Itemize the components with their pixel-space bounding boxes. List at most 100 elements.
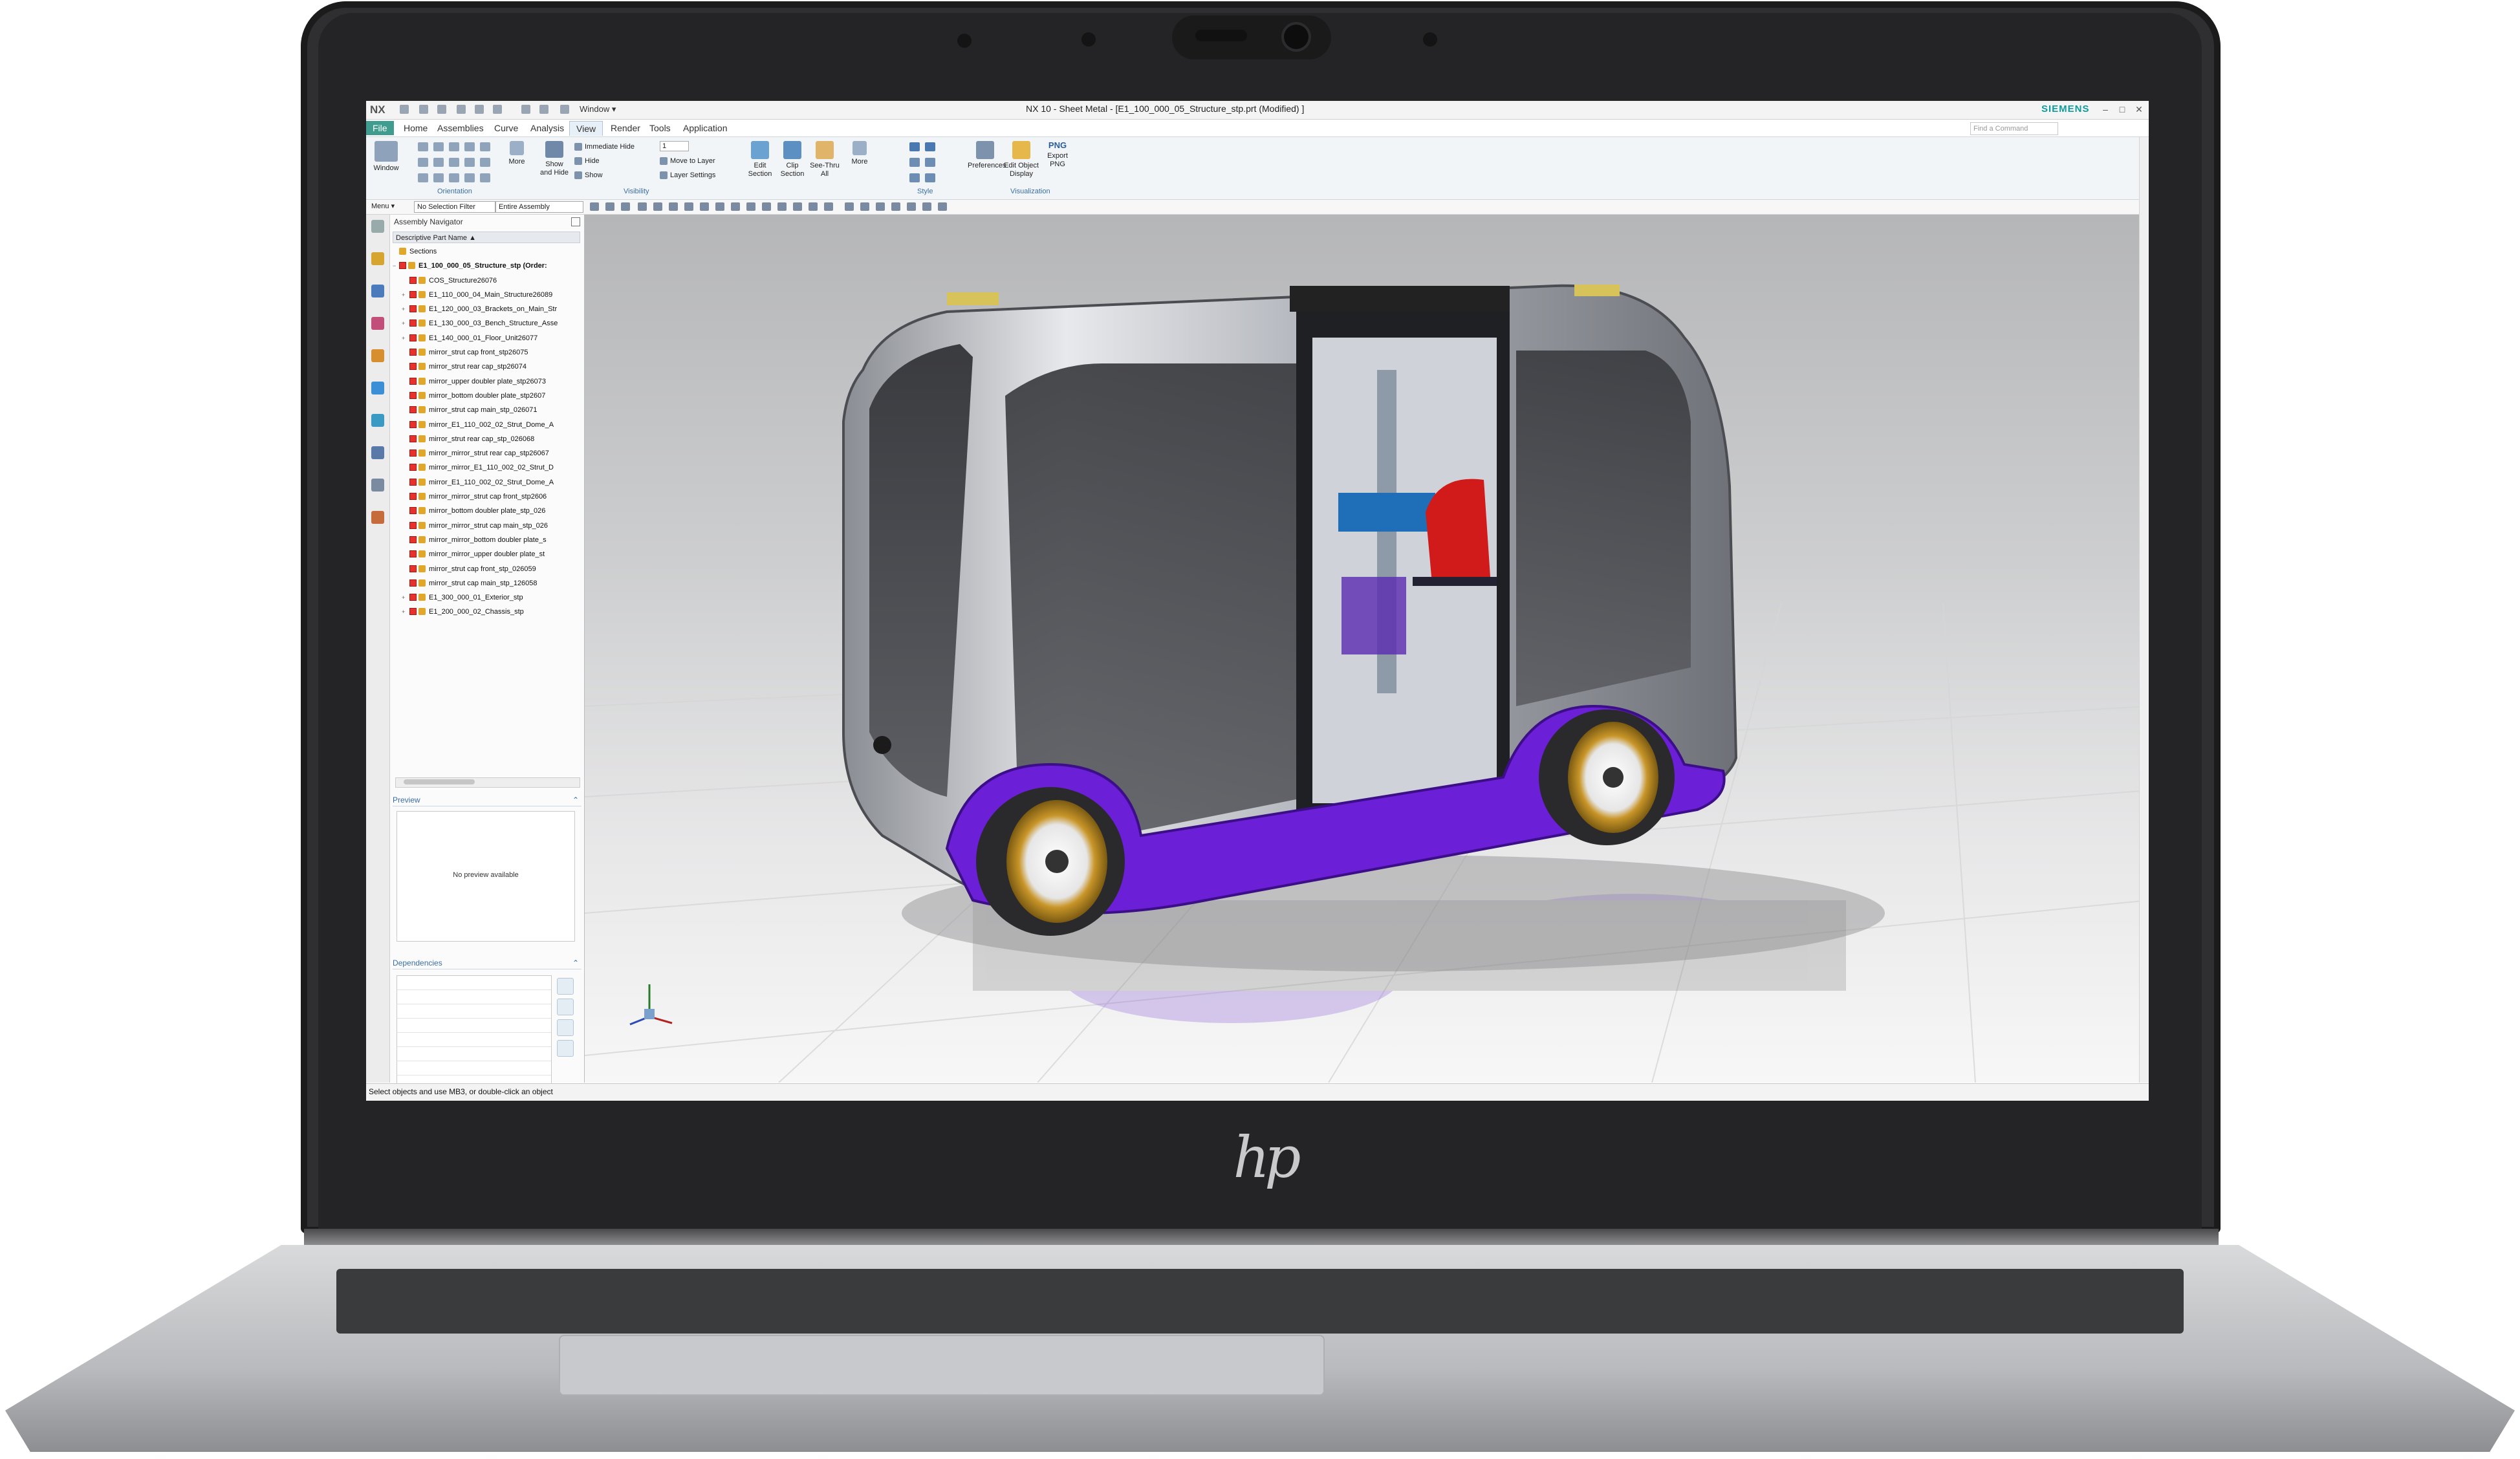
select-curve-icon[interactable] xyxy=(669,202,678,211)
select-point-icon[interactable] xyxy=(684,202,693,211)
face-analysis-icon[interactable] xyxy=(909,173,920,182)
constraint-navigator-icon[interactable] xyxy=(371,285,384,297)
tree-node-component[interactable]: mirror_strut cap front_stp26075 xyxy=(393,345,581,360)
more-orientation-button[interactable]: More xyxy=(499,141,534,166)
perspective-icon[interactable] xyxy=(480,173,490,182)
window-button[interactable]: Window xyxy=(369,141,404,173)
touch-mode-icon[interactable] xyxy=(539,105,549,114)
list-options-icon[interactable] xyxy=(557,1040,574,1057)
fit-view-icon[interactable] xyxy=(845,202,854,211)
export-png-button[interactable]: PNG Export PNG xyxy=(1040,141,1075,169)
red-seat[interactable] xyxy=(1426,479,1490,583)
window-menu[interactable]: Window ▾ xyxy=(580,103,631,116)
render-style-icon[interactable] xyxy=(876,202,885,211)
tree-node-component[interactable]: mirror_strut cap front_stp_026059 xyxy=(393,562,581,576)
view-left-icon[interactable] xyxy=(449,158,459,167)
shaded-icon[interactable] xyxy=(480,142,490,151)
partially-shaded-icon[interactable] xyxy=(925,173,935,182)
selection-filter-select[interactable]: No Selection Filter xyxy=(414,201,495,213)
visibility-checkbox[interactable] xyxy=(409,435,417,442)
chevron-up-icon[interactable]: ⌃ xyxy=(572,957,579,969)
shaded-with-edges-icon[interactable] xyxy=(909,142,920,151)
tree-horizontal-scrollbar[interactable] xyxy=(395,777,580,788)
maximize-icon[interactable]: □ xyxy=(2116,103,2128,115)
preferences-button[interactable]: Preferences xyxy=(968,141,1006,170)
orient-view-icon[interactable] xyxy=(891,202,900,211)
tree-node-component[interactable]: mirror_strut cap main_stp_126058 xyxy=(393,576,581,590)
hide-button[interactable]: Hide xyxy=(574,157,600,166)
snap-center-icon[interactable] xyxy=(731,202,740,211)
visibility-checkbox[interactable] xyxy=(409,334,417,341)
arrow-left-icon[interactable] xyxy=(557,1019,574,1036)
tab-tools[interactable]: Tools xyxy=(643,121,677,135)
tree-node-component[interactable]: + E1_200_000_02_Chassis_stp xyxy=(393,605,581,619)
tab-home[interactable]: Home xyxy=(397,121,434,135)
menu-button[interactable]: Menu ▾ xyxy=(371,202,395,210)
show-and-hide-button[interactable]: Show and Hide xyxy=(537,141,572,177)
save-icon[interactable] xyxy=(400,105,409,114)
vehicle-model-canvas[interactable] xyxy=(585,215,2149,1083)
visibility-checkbox[interactable] xyxy=(409,493,417,501)
redo-icon[interactable] xyxy=(437,105,446,114)
collapse-icon[interactable]: − xyxy=(393,259,396,273)
snap-tangent-icon[interactable] xyxy=(762,202,771,211)
isometric-icon[interactable] xyxy=(418,173,428,182)
arrow-right-icon[interactable] xyxy=(557,999,574,1015)
visibility-checkbox[interactable] xyxy=(409,349,417,356)
select-face-icon[interactable] xyxy=(638,202,647,211)
minimize-icon[interactable]: – xyxy=(2100,103,2111,115)
expand-icon[interactable]: + xyxy=(402,605,405,619)
scrollbar-thumb[interactable] xyxy=(404,779,475,784)
resource-settings-icon[interactable] xyxy=(371,220,384,233)
visibility-checkbox[interactable] xyxy=(409,478,417,486)
assembly-navigator-icon[interactable] xyxy=(371,252,384,265)
tree-node-component[interactable]: + E1_300_000_01_Exterior_stp xyxy=(393,590,581,605)
visibility-checkbox[interactable] xyxy=(409,608,417,616)
tree-node-component[interactable]: mirror_bottom doubler plate_stp2607 xyxy=(393,389,581,403)
work-layer-select[interactable]: 1 xyxy=(660,141,689,151)
view-front-icon[interactable] xyxy=(418,142,428,151)
tree-node-component[interactable]: mirror_mirror_bottom doubler plate_s xyxy=(393,533,581,547)
visibility-checkbox[interactable] xyxy=(409,550,417,558)
immediate-hide-button[interactable]: Immediate Hide xyxy=(574,142,635,151)
tree-node-component[interactable]: + E1_130_000_03_Bench_Structure_Asse xyxy=(393,316,581,330)
rotate-icon[interactable] xyxy=(449,173,459,182)
expand-icon[interactable]: + xyxy=(402,288,405,302)
search-icon[interactable] xyxy=(557,978,574,995)
tab-curve[interactable]: Curve xyxy=(488,121,525,135)
tree-node-component[interactable]: mirror_strut cap main_stp_026071 xyxy=(393,403,581,417)
tree-node-component[interactable]: mirror_E1_110_002_02_Strut_Dome_A xyxy=(393,418,581,432)
tree-node-component[interactable]: + E1_110_000_04_Main_Structure26089 xyxy=(393,288,581,302)
tree-node-component[interactable]: mirror_mirror_strut cap main_stp_026 xyxy=(393,519,581,533)
cut-icon[interactable] xyxy=(457,105,466,114)
visibility-checkbox[interactable] xyxy=(409,565,417,572)
tree-node-component[interactable]: + E1_140_000_01_Floor_Unit26077 xyxy=(393,331,581,345)
tab-render[interactable]: Render xyxy=(604,121,647,135)
zoom-view-icon[interactable] xyxy=(860,202,869,211)
close-icon[interactable]: ✕ xyxy=(2133,103,2145,115)
visibility-checkbox[interactable] xyxy=(409,305,417,313)
snap-on-curve-icon[interactable] xyxy=(809,202,818,211)
snap-intersection-icon[interactable] xyxy=(746,202,755,211)
visibility-checkbox[interactable] xyxy=(409,290,417,298)
dependencies-section-header[interactable]: Dependencies ⌃ xyxy=(393,957,581,969)
visibility-checkbox[interactable] xyxy=(409,406,417,414)
zoom-icon[interactable] xyxy=(464,158,475,167)
edit-object-display-button[interactable]: Edit Object Display xyxy=(1004,141,1039,178)
repeat-command-icon[interactable] xyxy=(521,105,530,114)
column-header-part-name[interactable]: Descriptive Part Name ▲ xyxy=(393,232,580,243)
tab-assemblies[interactable]: Assemblies xyxy=(431,121,490,135)
expand-icon[interactable]: + xyxy=(402,302,405,316)
visibility-checkbox[interactable] xyxy=(409,391,417,399)
paste-icon[interactable] xyxy=(493,105,502,114)
view-bottom-icon[interactable] xyxy=(433,158,444,167)
tree-node-root-assembly[interactable]: − E1_100_000_05_Structure_stp (Order: xyxy=(393,259,581,273)
layer-visibility-icon[interactable] xyxy=(907,202,916,211)
tab-view[interactable]: View xyxy=(569,121,603,136)
snap-midpoint-icon[interactable] xyxy=(715,202,724,211)
undo-icon[interactable] xyxy=(419,105,428,114)
visibility-checkbox[interactable] xyxy=(409,594,417,601)
tree-node-component[interactable]: mirror_upper doubler plate_stp26073 xyxy=(393,374,581,389)
tab-application[interactable]: Application xyxy=(677,121,734,135)
clip-section-button[interactable]: Clip Section xyxy=(775,141,810,178)
